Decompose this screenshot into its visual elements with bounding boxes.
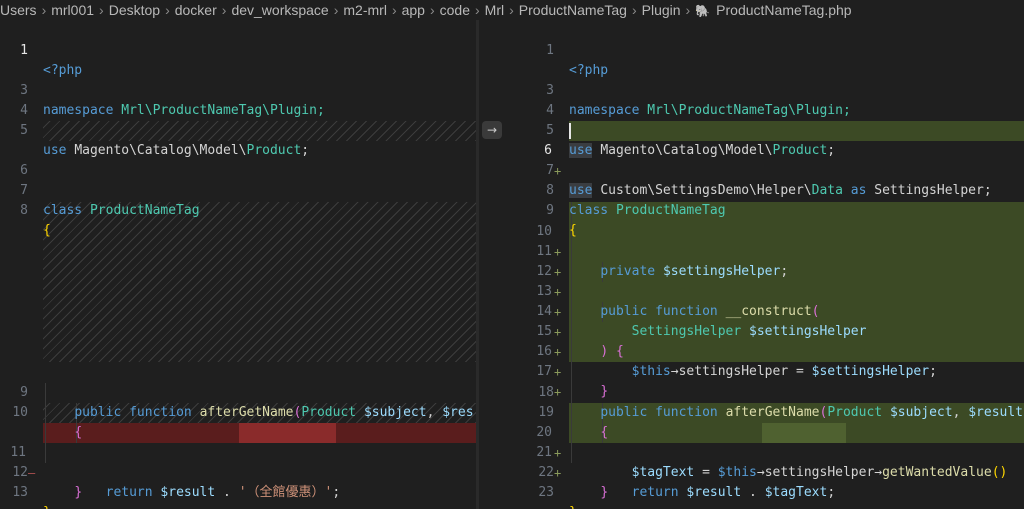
code-line[interactable]: 7 bbox=[512, 141, 1024, 178]
code-line[interactable]: 6 bbox=[0, 141, 476, 178]
code-line[interactable]: 5 use Magento\Catalog\Model\Product; bbox=[0, 101, 476, 158]
line-number: 1 bbox=[20, 43, 28, 58]
line-content: } bbox=[600, 485, 609, 500]
code-line[interactable]: 4 bbox=[0, 81, 476, 118]
line-number: 13 bbox=[12, 485, 28, 500]
code-line-deleted[interactable]: 11 — return $result . '（全館優惠）'; bbox=[0, 423, 476, 500]
code-line-added[interactable]: 21 + return $result . $tagText; bbox=[512, 423, 1024, 500]
code-line[interactable]: 3 namespace Mrl\ProductNameTag\Plugin; bbox=[512, 61, 1024, 118]
chevron-right-icon: › bbox=[165, 2, 170, 18]
breadcrumb-file[interactable]: ProductNameTag.php bbox=[716, 2, 851, 18]
line-content: return $result . $tagText; bbox=[631, 485, 836, 500]
diff-modified-pane[interactable]: 1 <?php 3 namespace Mrl\ProductNameTag\P… bbox=[512, 20, 1024, 509]
breadcrumb-item[interactable]: Desktop bbox=[109, 2, 160, 18]
chevron-right-icon: › bbox=[429, 2, 435, 18]
code-line[interactable]: 22 } bbox=[512, 443, 1024, 500]
code-line[interactable]: 8 { bbox=[0, 181, 476, 238]
revert-change-arrow-icon[interactable]: → bbox=[482, 121, 502, 139]
code-line[interactable]: 1 <?php bbox=[512, 21, 1024, 78]
chevron-right-icon: › bbox=[99, 2, 104, 18]
chevron-right-icon: › bbox=[333, 2, 339, 18]
line-content: class ProductNameTag bbox=[43, 203, 200, 218]
code-line-added[interactable]: 10 + private $settingsHelper; bbox=[512, 202, 1024, 279]
line-number: 5 bbox=[20, 123, 28, 138]
chevron-right-icon: › bbox=[391, 2, 397, 18]
chevron-right-icon: › bbox=[41, 2, 47, 18]
code-line[interactable]: 9 { bbox=[512, 181, 1024, 238]
line-content: public function afterGetName(Product $su… bbox=[74, 405, 474, 420]
chevron-right-icon: › bbox=[475, 2, 480, 18]
line-content: } bbox=[74, 485, 83, 500]
line-number: 1 bbox=[546, 43, 554, 58]
code-line-added[interactable]: 15 + $this→settingsHelper = $settingsHel… bbox=[512, 302, 1024, 379]
line-number: 23 bbox=[538, 485, 554, 500]
code-line-added[interactable]: 11 + bbox=[512, 222, 1024, 279]
breadcrumb-item[interactable]: ProductNameTag bbox=[519, 2, 627, 18]
line-content: { bbox=[43, 223, 51, 238]
line-content: return $result . '（全館優惠）'; bbox=[105, 485, 341, 500]
line-number: 8 bbox=[20, 203, 28, 218]
php-file-icon: 🐘 bbox=[695, 4, 711, 18]
chevron-right-icon: › bbox=[685, 2, 691, 18]
diff-filler-block bbox=[43, 202, 476, 362]
code-line[interactable]: 23 } bbox=[512, 463, 1024, 509]
chevron-right-icon: › bbox=[221, 2, 227, 18]
code-line[interactable]: 4 bbox=[512, 81, 1024, 118]
chevron-right-icon: › bbox=[631, 2, 637, 18]
code-line-added[interactable]: 17 + bbox=[512, 342, 1024, 399]
breadcrumb-item[interactable]: Users bbox=[0, 2, 37, 18]
breadcrumb-item[interactable]: code bbox=[440, 2, 470, 18]
code-line[interactable]: 12 } bbox=[0, 443, 476, 500]
chevron-right-icon: › bbox=[509, 2, 514, 18]
code-line-added[interactable]: 14 + ) { bbox=[512, 282, 1024, 359]
line-number: 10 bbox=[12, 405, 28, 420]
breadcrumb-item[interactable]: Plugin bbox=[642, 2, 681, 18]
breadcrumb-item[interactable]: m2-mrl bbox=[343, 2, 387, 18]
line-content: } bbox=[569, 503, 577, 509]
code-line[interactable]: 19 { bbox=[512, 383, 1024, 440]
breadcrumb-item[interactable]: docker bbox=[175, 2, 217, 18]
breadcrumb-item[interactable]: Mrl bbox=[485, 2, 504, 18]
code-line[interactable]: 3 namespace Mrl\ProductNameTag\Plugin; bbox=[0, 61, 476, 118]
breadcrumb-item[interactable]: app bbox=[402, 2, 425, 18]
diff-gutter bbox=[479, 20, 512, 509]
code-line-added[interactable]: 20 + $tagText = $this→settingsHelper→get… bbox=[512, 403, 1024, 480]
code-line[interactable]: 10 { bbox=[0, 383, 476, 440]
code-line-added[interactable]: 6 + use Custom\SettingsDemo\Helper\Data … bbox=[512, 121, 1024, 198]
code-line[interactable]: 5 use Magento\Catalog\Model\Product; bbox=[512, 101, 1024, 158]
code-line[interactable]: 7 class ProductNameTag bbox=[0, 161, 476, 218]
code-line-added[interactable]: 13 + SettingsHelper $settingsHelper bbox=[512, 262, 1024, 339]
diff-original-pane[interactable]: 1 <?php 3 namespace Mrl\ProductNameTag\P… bbox=[0, 20, 476, 509]
code-line[interactable]: 1 <?php bbox=[0, 21, 476, 78]
code-line-added[interactable]: 16 + } bbox=[512, 322, 1024, 399]
code-line-added[interactable]: 12 + public function __construct( bbox=[512, 242, 1024, 319]
breadcrumb: Users › mrl001 › Desktop › docker › dev_workspac… bbox=[0, 0, 1024, 20]
code-line[interactable]: 9 public function afterGetName(Product $… bbox=[0, 363, 476, 420]
diff-filler-block bbox=[43, 121, 476, 141]
code-line[interactable]: 13 } bbox=[0, 463, 476, 509]
breadcrumb-item[interactable]: dev_workspace bbox=[231, 2, 328, 18]
code-line[interactable]: 18 public function afterGetName(Product … bbox=[512, 363, 1024, 420]
line-content: } bbox=[43, 503, 51, 509]
code-line[interactable]: 8 class ProductNameTag bbox=[512, 161, 1024, 218]
breadcrumb-item[interactable]: mrl001 bbox=[51, 2, 94, 18]
